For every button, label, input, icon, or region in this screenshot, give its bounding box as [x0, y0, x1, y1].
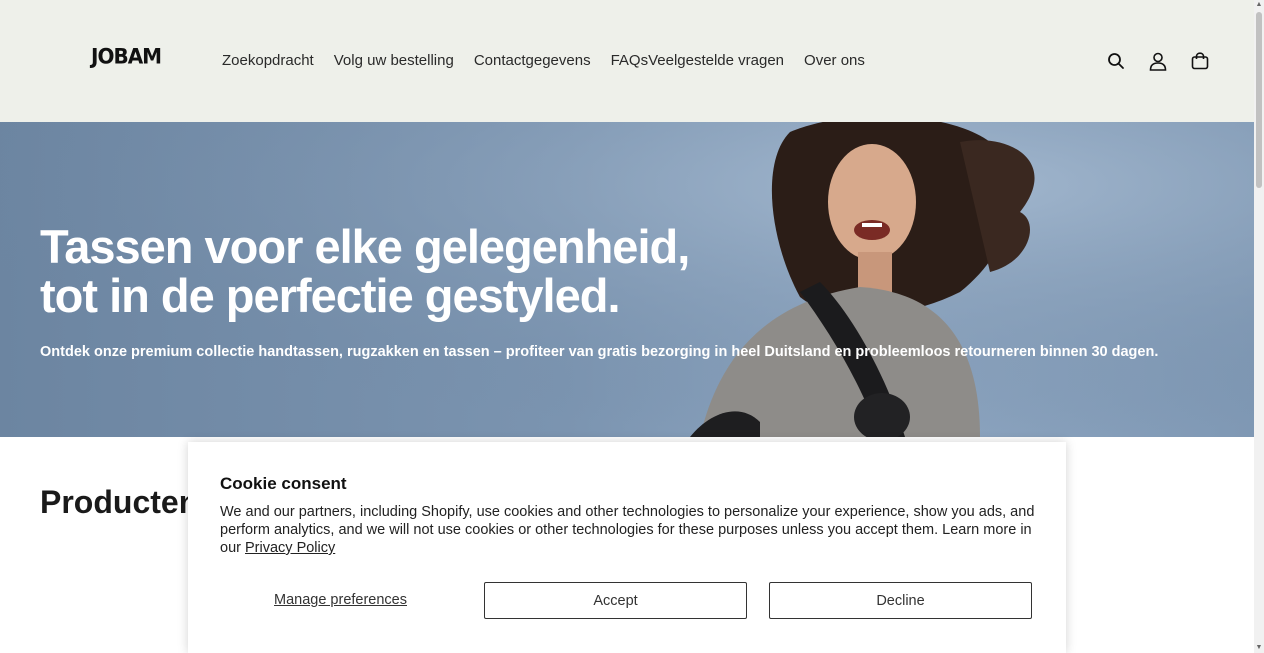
search-icon[interactable] — [1105, 50, 1127, 72]
hero-banner: Tassen voor elke gelegenheid, tot in de … — [0, 122, 1254, 437]
hero-title: Tassen voor elke gelegenheid, tot in de … — [40, 222, 760, 320]
cookie-body: We and our partners, including Shopify, … — [220, 504, 1035, 556]
products-heading: Producten — [40, 484, 199, 520]
cart-icon[interactable] — [1189, 50, 1211, 72]
cookie-text: We and our partners, including Shopify, … — [220, 503, 1046, 557]
scroll-up-arrow-icon[interactable]: ▲ — [1255, 1, 1263, 9]
brand-logo[interactable]: JOBAM — [91, 43, 162, 68]
privacy-policy-link[interactable]: Privacy Policy — [245, 540, 335, 556]
nav-item-faqs[interactable]: FAQsVeelgestelde vragen — [611, 52, 784, 69]
scroll-thumb[interactable] — [1256, 12, 1262, 188]
vertical-scrollbar[interactable]: ▲ ▼ — [1254, 0, 1264, 653]
scroll-down-arrow-icon[interactable]: ▼ — [1255, 644, 1263, 652]
decline-button[interactable]: Decline — [769, 582, 1032, 619]
hero-title-line2: tot in de perfectie gestyled. — [40, 269, 621, 322]
manage-preferences-link[interactable]: Manage preferences — [274, 592, 407, 608]
main-nav: Zoekopdracht Volg uw bestelling Contactg… — [222, 52, 885, 69]
cookie-title: Cookie consent — [220, 474, 347, 493]
hero-title-line1: Tassen voor elke gelegenheid, — [40, 220, 690, 273]
nav-item-over-ons[interactable]: Over ons — [804, 52, 865, 69]
page: JOBAM Zoekopdracht Volg uw bestelling Co… — [0, 0, 1264, 653]
nav-item-contactgegevens[interactable]: Contactgegevens — [474, 52, 591, 69]
nav-item-volg-bestelling[interactable]: Volg uw bestelling — [334, 52, 454, 69]
site-header: JOBAM Zoekopdracht Volg uw bestelling Co… — [0, 0, 1254, 122]
header-icons — [1085, 50, 1211, 72]
nav-item-zoekopdracht[interactable]: Zoekopdracht — [222, 52, 314, 69]
account-icon[interactable] — [1147, 50, 1169, 72]
cookie-consent-dialog: Cookie consent We and our partners, incl… — [188, 442, 1066, 653]
accept-button[interactable]: Accept — [484, 582, 747, 619]
hero-subtitle: Ontdek onze premium collectie handtassen… — [40, 344, 1159, 360]
